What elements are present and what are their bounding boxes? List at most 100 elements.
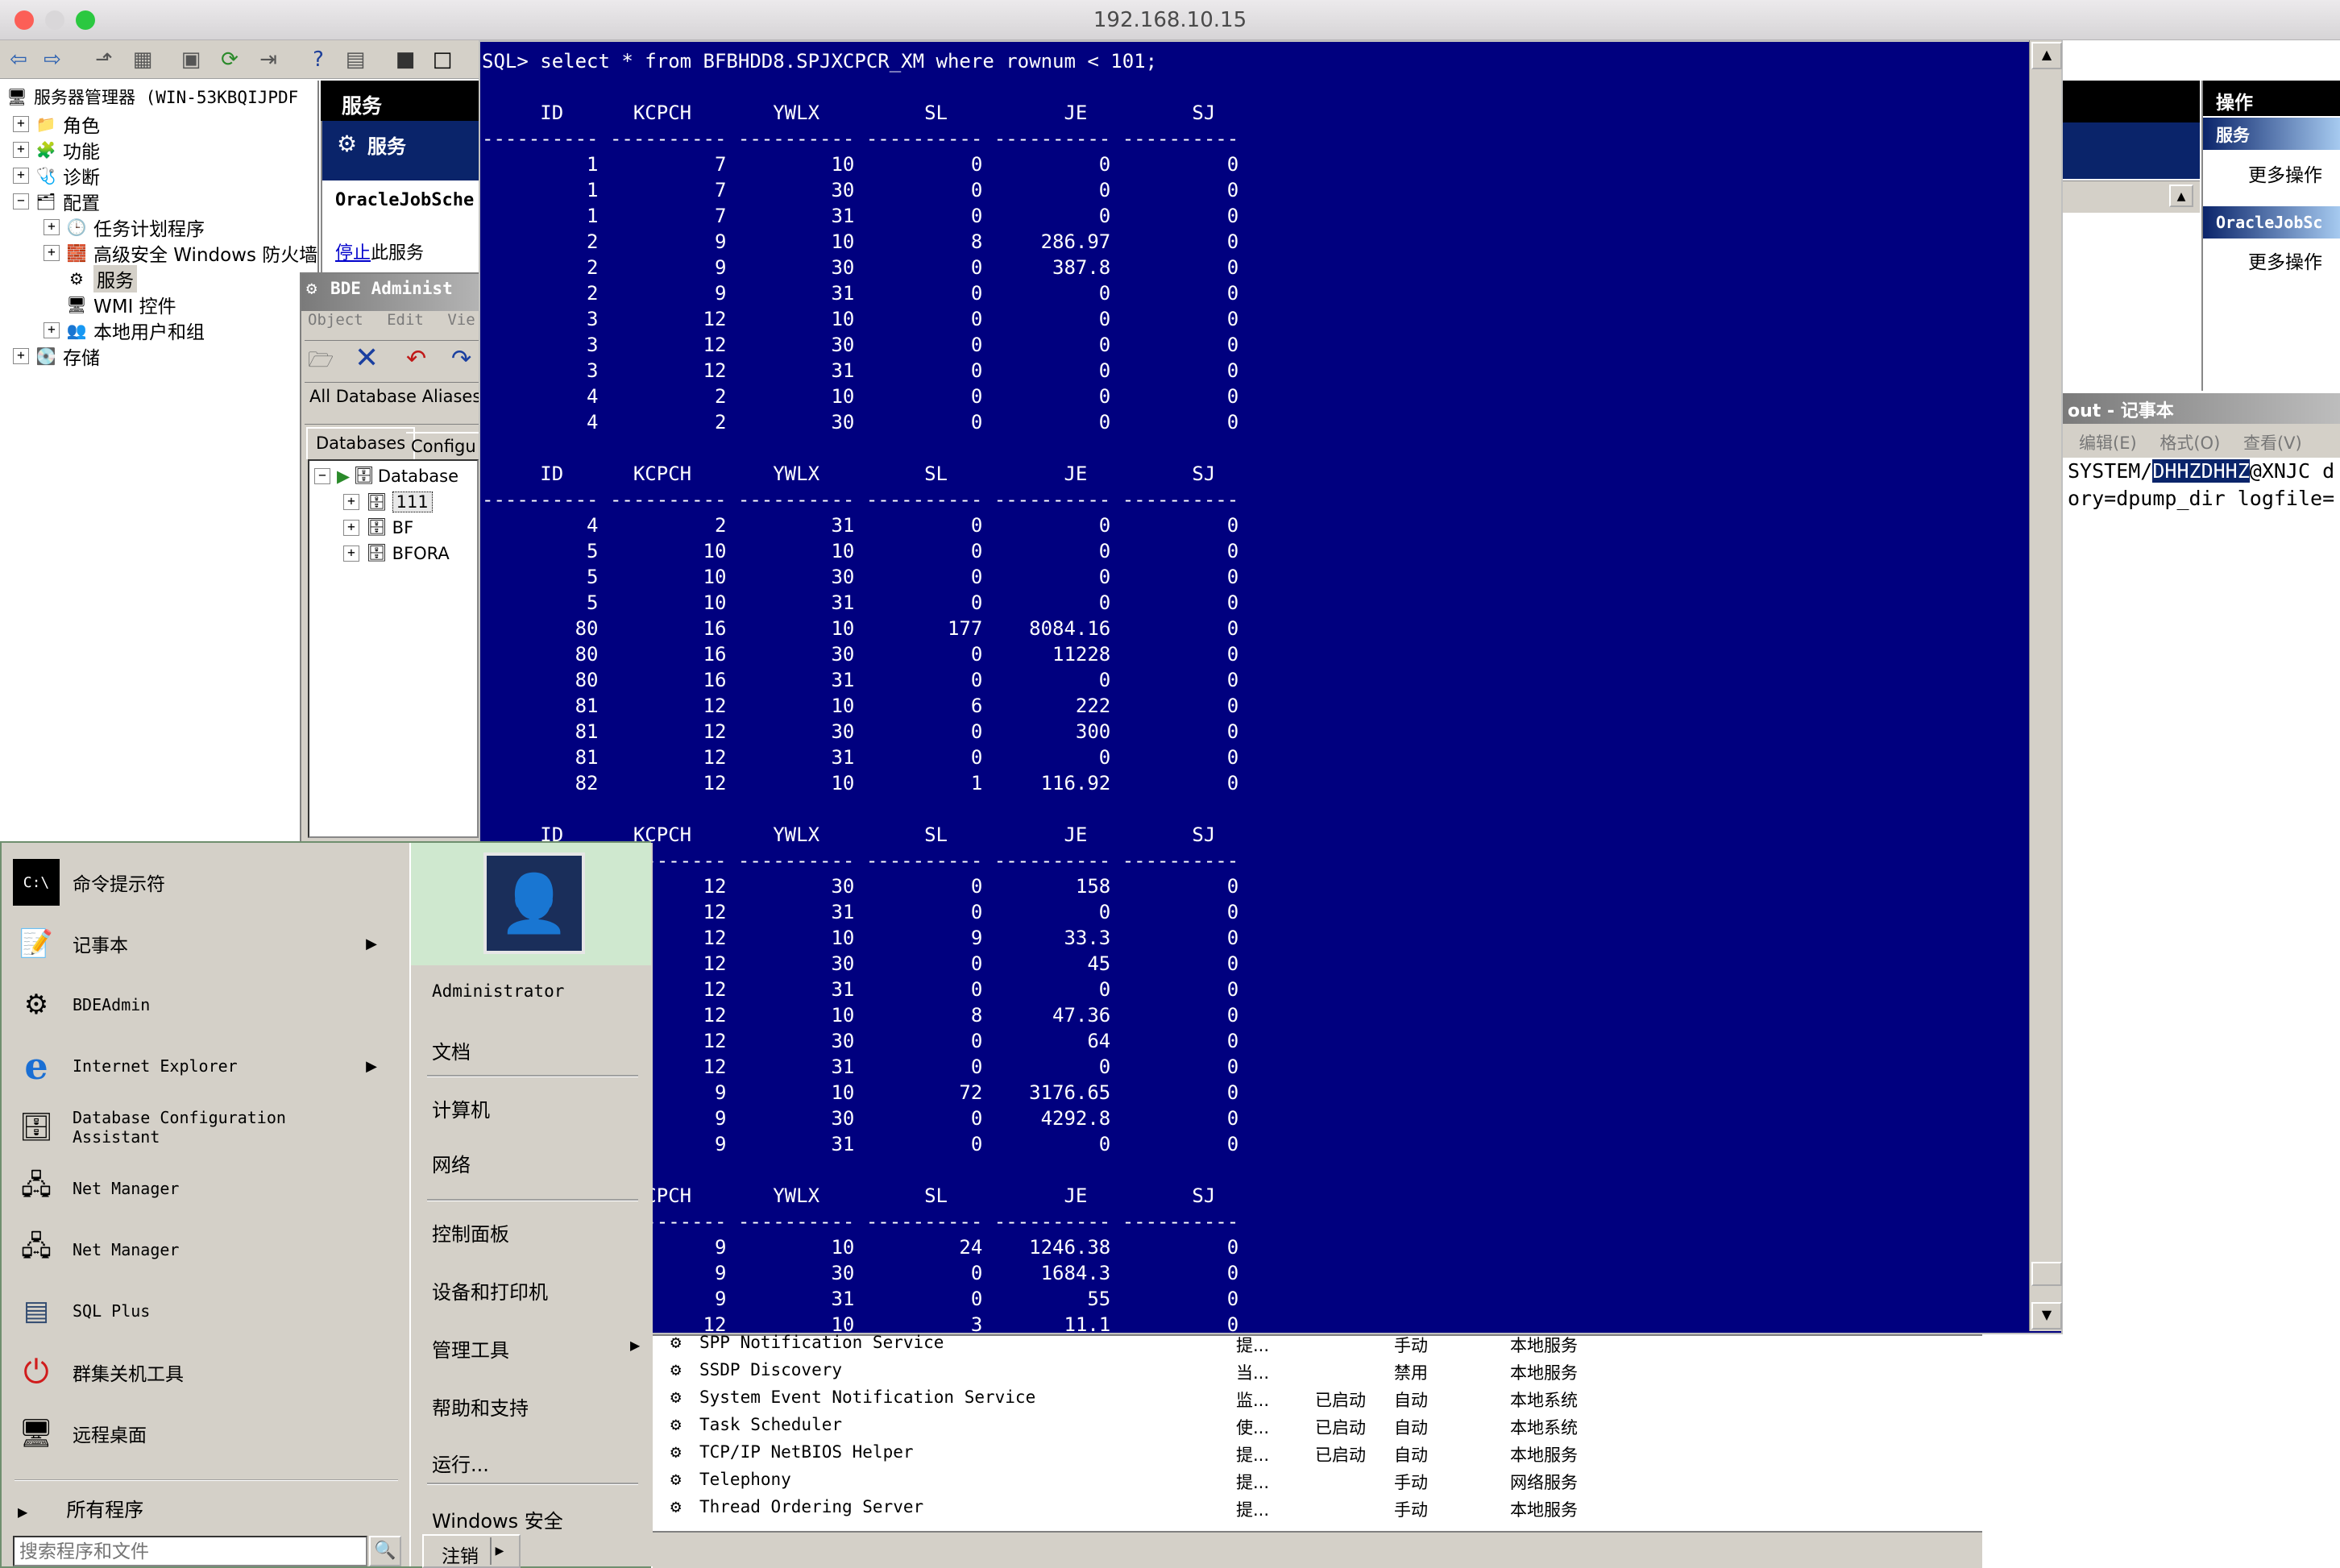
expand-icon[interactable]: + bbox=[44, 219, 60, 235]
menu-edit[interactable]: Edit bbox=[387, 311, 424, 329]
menu-object[interactable]: Object bbox=[308, 311, 363, 329]
back-icon[interactable]: ⇦ bbox=[5, 47, 32, 73]
menu-view[interactable]: Vie bbox=[447, 311, 475, 329]
gear-icon: ⚙ bbox=[337, 131, 358, 157]
expand-icon[interactable]: + bbox=[343, 545, 359, 562]
start-menu-place[interactable]: 控制面板 bbox=[432, 1218, 509, 1247]
service-row[interactable]: ⚙ SPP Notification Service 提... 手动 本地服务 bbox=[653, 1329, 1982, 1357]
start-menu-place[interactable]: 设备和打印机 bbox=[432, 1276, 548, 1305]
tab-databases[interactable]: Databases bbox=[306, 427, 416, 459]
open-folder-icon[interactable]: 🗁 bbox=[308, 345, 334, 380]
more-actions-link-1[interactable]: 更多操作 bbox=[2248, 160, 2322, 187]
start-menu-place[interactable]: 运行... bbox=[432, 1449, 489, 1477]
start-menu-place[interactable]: 帮助和支持 bbox=[432, 1392, 529, 1421]
menu-edit-cn[interactable]: 编辑(E) bbox=[2079, 433, 2137, 453]
up-icon[interactable]: ⬏ bbox=[90, 47, 118, 73]
scroll-thumb[interactable] bbox=[2031, 1262, 2062, 1286]
user-name[interactable]: Administrator bbox=[432, 981, 564, 1001]
show-tree-icon[interactable]: ▦ bbox=[129, 47, 156, 73]
stop-service-icon[interactable]: ■ bbox=[392, 47, 419, 73]
list-scroll-up-icon[interactable]: ▲ bbox=[2169, 185, 2193, 207]
expand-icon[interactable]: + bbox=[13, 142, 29, 158]
tree-root[interactable]: 🖥 服务器管理器 (WIN-53KBQIJPDF bbox=[6, 84, 298, 110]
redo-icon[interactable]: ↷ bbox=[451, 345, 471, 373]
start-menu-item[interactable]: e Internet Explorer ▶ bbox=[13, 1038, 396, 1094]
tree-item[interactable]: + 🧱 高级安全 Windows 防火墙 bbox=[44, 240, 317, 266]
refresh-icon[interactable]: ⟳ bbox=[216, 47, 243, 73]
storage-icon: 💽 bbox=[35, 346, 56, 366]
start-menu-place[interactable]: Windows 安全 bbox=[432, 1505, 563, 1533]
search-input[interactable] bbox=[15, 1537, 363, 1566]
help-icon[interactable]: ? bbox=[305, 47, 332, 73]
delete-icon[interactable]: ✕ bbox=[355, 342, 379, 375]
logoff-arrow-icon[interactable]: ▶ bbox=[490, 1537, 508, 1565]
collapse-icon[interactable]: − bbox=[13, 193, 29, 209]
expand-icon[interactable]: + bbox=[343, 494, 359, 510]
expand-icon[interactable]: + bbox=[13, 348, 29, 364]
start-menu: C:\ 命令提示符 📝 记事本 ▶ ⚙ BDEAdmin e Internet Explorer… bbox=[0, 841, 653, 1568]
export-icon[interactable]: ⇥ bbox=[255, 47, 282, 73]
start-menu-item[interactable]: 🗄 Database Configuration Assistant bbox=[13, 1099, 396, 1155]
tree-item[interactable]: + 💽 存储 bbox=[13, 343, 100, 369]
tree-item-label: 服务 bbox=[93, 265, 137, 292]
start-menu-item[interactable]: 🖧 Net Manager bbox=[13, 1222, 396, 1278]
bde-db-tree: − ▶ 🗄 Database + 🗄 111 + 🗄 BF + 🗄 BFORA bbox=[308, 459, 479, 838]
tree-item[interactable]: + 🧩 功能 bbox=[13, 137, 100, 163]
bde-alias-item[interactable]: + 🗄 111 bbox=[343, 492, 433, 512]
sqlplus-console[interactable]: SQL> select * from BFBHDD8.SPJXCPCR_XM w… bbox=[479, 40, 2063, 1336]
stop-service-link[interactable]: 停止 bbox=[335, 243, 371, 263]
bde-alias-item[interactable]: + 🗄 BF bbox=[343, 517, 413, 537]
notepad-line-1[interactable]: SYSTEM/DHHZDHHZ@XNJC d bbox=[2068, 459, 2334, 483]
service-row[interactable]: ⚙ SSDP Discovery 当... 禁用 本地服务 bbox=[653, 1357, 1982, 1384]
menu-format[interactable]: 格式(O) bbox=[2160, 433, 2220, 453]
service-gear-icon: ⚙ bbox=[670, 1333, 682, 1353]
line1-pre: SYSTEM/ bbox=[2068, 459, 2153, 483]
tree-item[interactable]: + 🩺 诊断 bbox=[13, 163, 100, 189]
expand-icon[interactable]: + bbox=[44, 322, 60, 338]
start-menu-item[interactable]: ⚙ BDEAdmin bbox=[13, 977, 396, 1033]
tab-configuration[interactable]: Configu bbox=[406, 432, 481, 459]
search-box[interactable] bbox=[13, 1536, 367, 1566]
service-row[interactable]: ⚙ TCP/IP NetBIOS Helper 提... 已启动 自动 本地服务 bbox=[653, 1439, 1982, 1466]
expand-icon[interactable]: + bbox=[343, 519, 359, 536]
start-menu-place[interactable]: 网络 bbox=[432, 1149, 471, 1177]
expand-icon[interactable]: + bbox=[13, 116, 29, 132]
scroll-up-icon[interactable]: ▲ bbox=[2031, 42, 2062, 69]
service-desc: 提... bbox=[1236, 1473, 1270, 1492]
start-menu-place[interactable]: 计算机 bbox=[432, 1094, 490, 1122]
avatar[interactable]: 👤 bbox=[483, 852, 585, 954]
start-menu-item[interactable]: ▤ SQL Plus bbox=[13, 1283, 396, 1339]
tree-item[interactable]: − 🗂 配置 bbox=[13, 189, 100, 214]
start-menu-place[interactable]: 文档 bbox=[432, 1036, 471, 1064]
service-desc: 监... bbox=[1236, 1391, 1270, 1410]
search-icon[interactable]: 🔍 bbox=[369, 1536, 401, 1566]
service-row[interactable]: ⚙ Telephony 提... 手动 网络服务 bbox=[653, 1466, 1982, 1494]
tree-item[interactable]: + 🕒 任务计划程序 bbox=[44, 214, 205, 240]
all-programs-button[interactable]: ▶ 所有程序 bbox=[18, 1494, 143, 1522]
start-menu-item[interactable]: C:\ 命令提示符 bbox=[13, 854, 396, 911]
start-menu-item[interactable]: 🖧 Net Manager bbox=[13, 1160, 396, 1217]
properties-icon[interactable]: ▣ bbox=[177, 47, 205, 73]
expand-icon[interactable]: + bbox=[13, 168, 29, 184]
service-row[interactable]: ⚙ Task Scheduler 使... 已启动 自动 本地系统 bbox=[653, 1412, 1982, 1439]
expand-icon[interactable]: + bbox=[44, 245, 60, 261]
tree-item[interactable]: + 📁 角色 bbox=[13, 111, 100, 137]
view-icon[interactable]: ▤ bbox=[342, 47, 369, 73]
start-menu-item[interactable]: 🖥 远程桌面 bbox=[13, 1405, 396, 1462]
forward-icon[interactable]: ⇨ bbox=[39, 47, 66, 73]
start-menu-item[interactable]: ⏻ 群集关机工具 bbox=[13, 1344, 396, 1400]
pause-service-icon[interactable]: □ bbox=[429, 47, 456, 73]
more-actions-link-2[interactable]: 更多操作 bbox=[2248, 247, 2322, 274]
tree-item[interactable]: ⚙ 服务 bbox=[44, 265, 137, 292]
bde-tree-root[interactable]: − ▶ 🗄 Database bbox=[314, 466, 458, 486]
service-row[interactable]: ⚙ Thread Ordering Server 提... 手动 本地服务 bbox=[653, 1494, 1982, 1521]
start-menu-item[interactable]: 📝 记事本 ▶ bbox=[13, 915, 396, 972]
tree-item[interactable]: 🖥 WMI 控件 bbox=[44, 292, 176, 317]
tree-item[interactable]: + 👥 本地用户和组 bbox=[44, 317, 205, 343]
scroll-down-icon[interactable]: ▼ bbox=[2031, 1302, 2062, 1329]
menu-view-cn[interactable]: 查看(V) bbox=[2243, 433, 2302, 453]
service-row[interactable]: ⚙ System Event Notification Service 监... 已启… bbox=[653, 1384, 1982, 1412]
console-scrollbar[interactable]: ▲ ▼ bbox=[2029, 40, 2062, 1331]
undo-icon[interactable]: ↶ bbox=[406, 345, 426, 373]
bde-alias-item[interactable]: + 🗄 BFORA bbox=[343, 543, 450, 563]
